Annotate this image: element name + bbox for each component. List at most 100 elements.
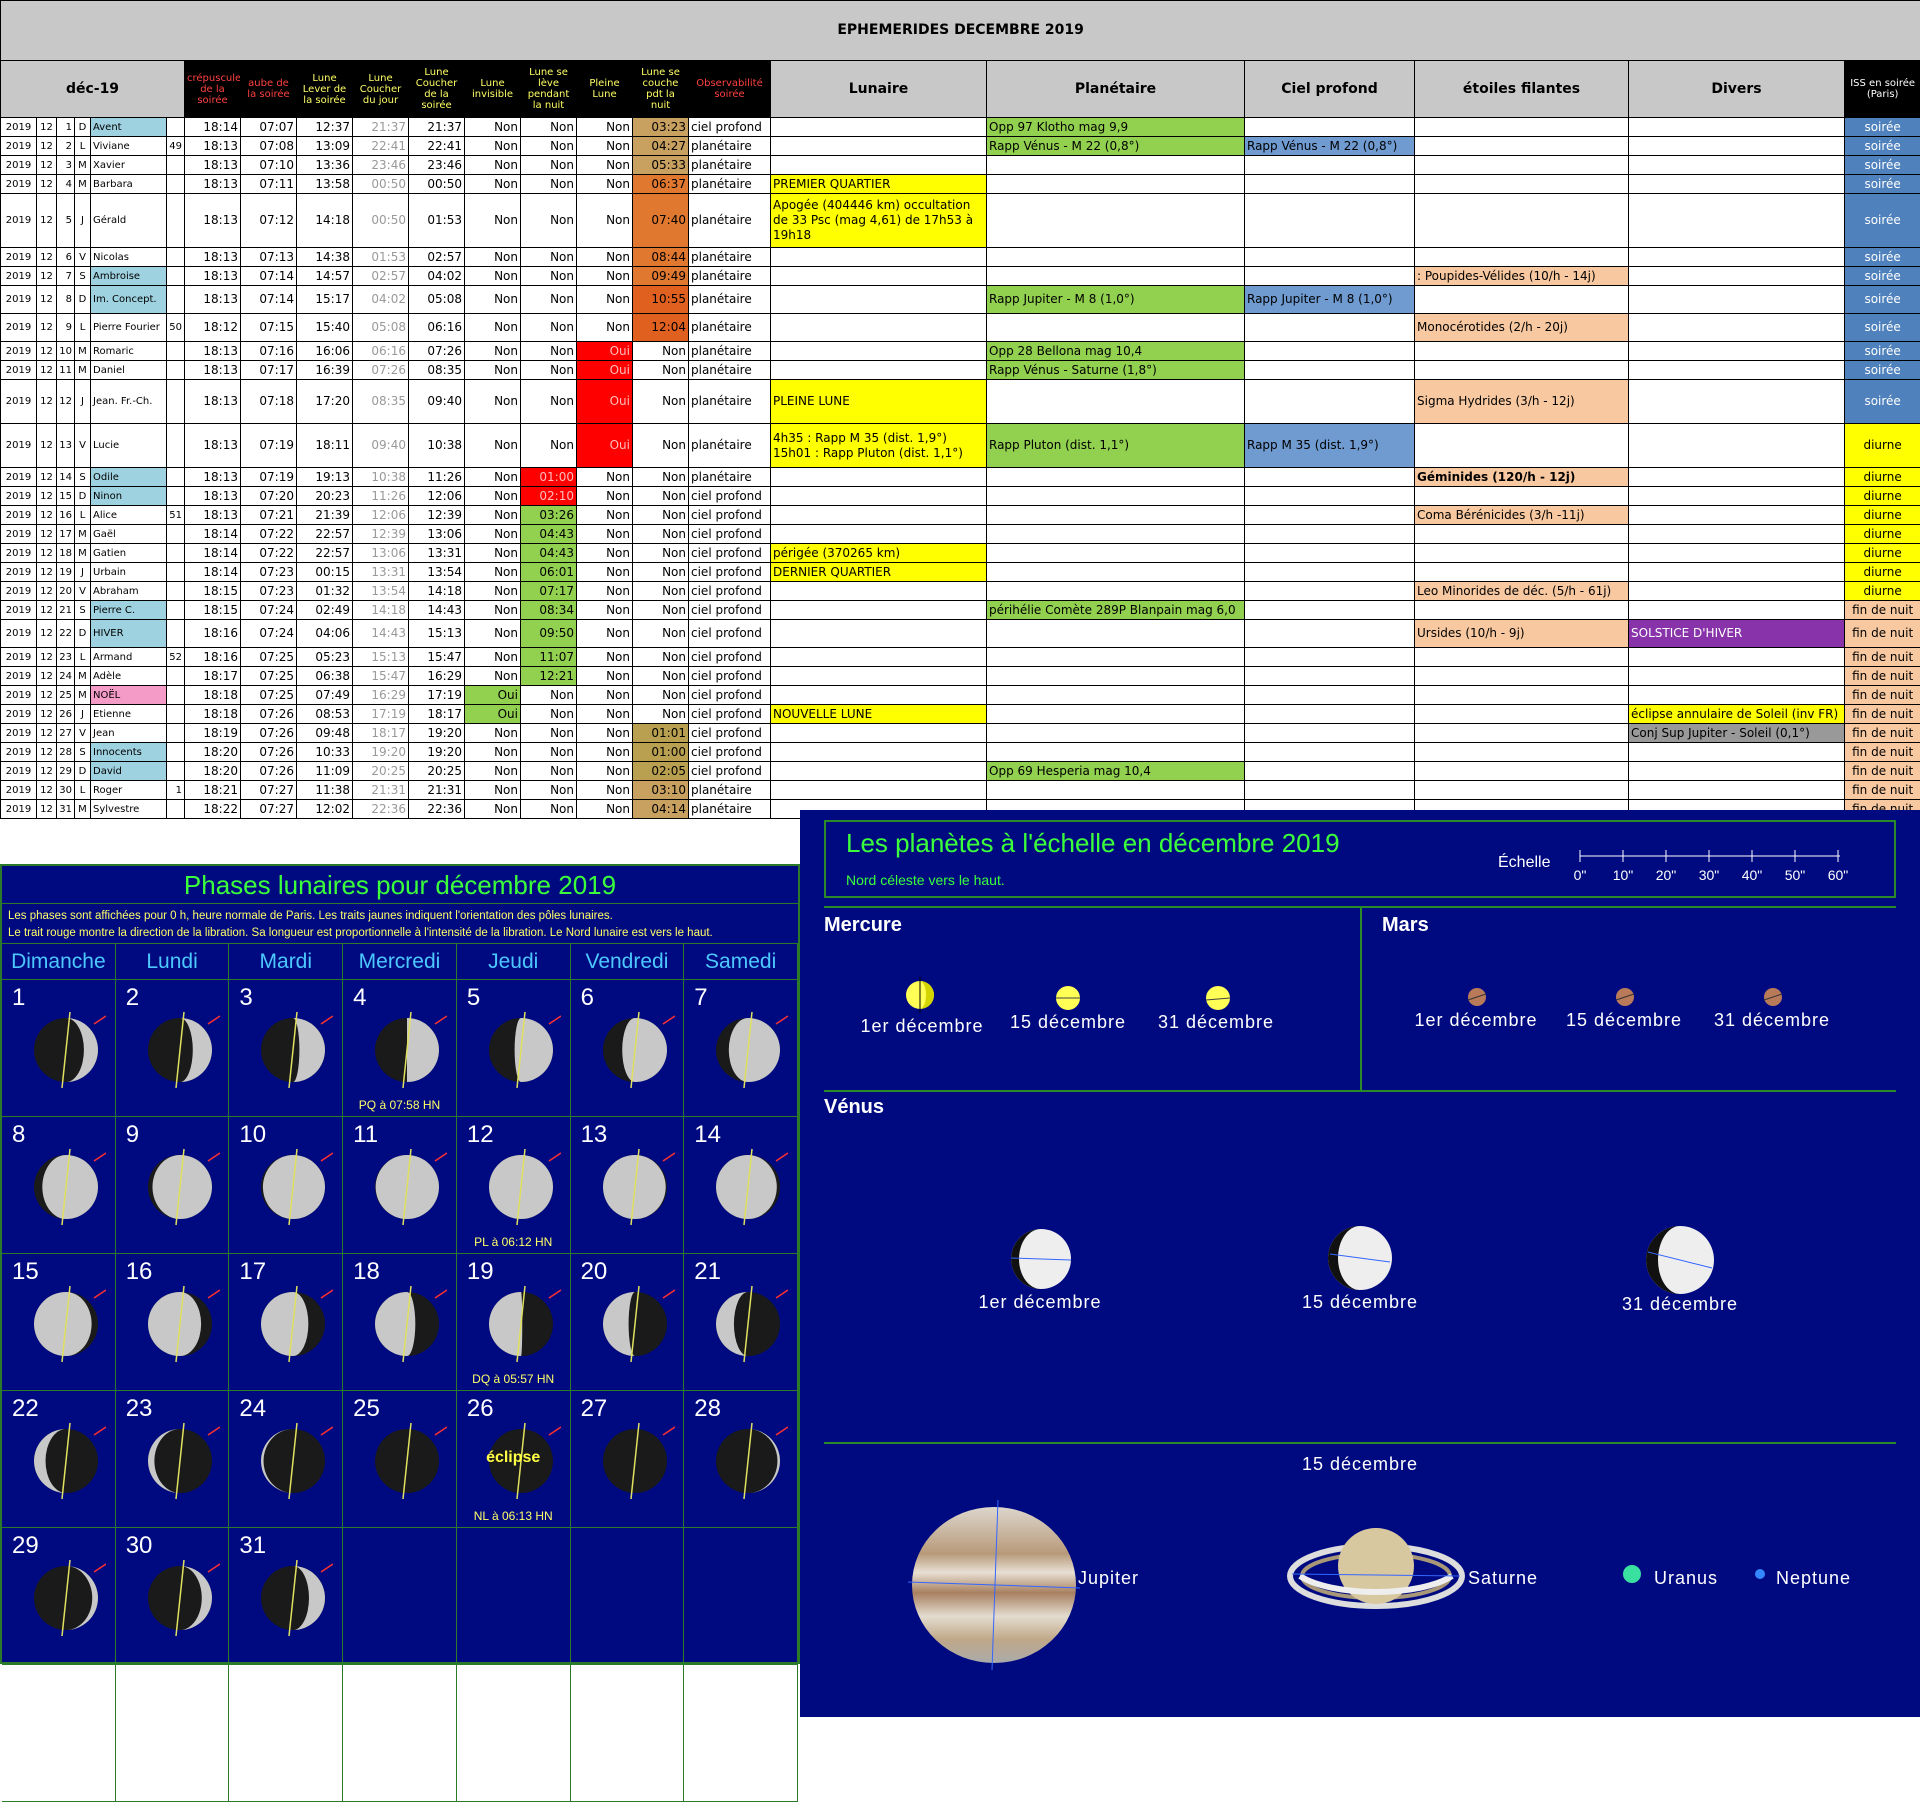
cell-full: Non <box>577 743 633 762</box>
cell-d: 6 <box>57 248 75 267</box>
moon-day-number: 13 <box>581 1121 608 1149</box>
cell-ef <box>1415 194 1629 248</box>
cell-wk <box>167 620 185 648</box>
cell-risen: Non <box>521 724 577 743</box>
cell-saint: Adèle <box>91 667 167 686</box>
cell-setn: 03:23 <box>633 118 689 137</box>
cell-iss: soirée <box>1845 194 1920 248</box>
moon-phase-icon <box>253 1421 333 1501</box>
cell-saint: Abraham <box>91 582 167 601</box>
cell-wk <box>167 601 185 620</box>
moon-event-label: NL à 06:13 HN <box>457 1509 570 1523</box>
cell-lun <box>771 601 987 620</box>
cell-iss: soirée <box>1845 137 1920 156</box>
cell-y: 2019 <box>1 601 37 620</box>
moon-day-number: 11 <box>353 1121 378 1149</box>
cell-cp <box>1245 781 1415 800</box>
cell-risen: Non <box>521 194 577 248</box>
moon-phase-icon <box>367 1421 447 1501</box>
header-misc: Divers <box>1629 61 1845 118</box>
cell-obs: ciel profond <box>689 724 771 743</box>
ephem-row: 2019125JGérald18:1307:1214:1800:5001:53N… <box>1 194 1920 248</box>
moon-event-label: DQ à 05:57 HN <box>457 1372 570 1386</box>
moon-day-number: 1 <box>12 984 25 1012</box>
cell-d: 5 <box>57 194 75 248</box>
cell-saint: Im. Concept. <box>91 286 167 314</box>
cell-ef <box>1415 686 1629 705</box>
moon-lit-part <box>622 1018 667 1082</box>
cell-setd: 21:31 <box>353 781 409 800</box>
cell-pla <box>987 743 1245 762</box>
cell-iss: fin de nuit <box>1845 743 1920 762</box>
cell-cp <box>1245 118 1415 137</box>
cell-sete: 15:13 <box>409 620 465 648</box>
ephem-row: 20191223LArmand5218:1607:2505:2315:1315:… <box>1 648 1920 667</box>
cell-saint: Odile <box>91 468 167 487</box>
moon-day-cell: 18 <box>343 1254 457 1391</box>
cell-inv: Non <box>465 137 521 156</box>
cell-rise: 11:38 <box>297 781 353 800</box>
cell-risen: Non <box>521 781 577 800</box>
scale-tick-label: 30" <box>1699 867 1720 883</box>
cell-risen: 06:01 <box>521 563 577 582</box>
cell-setd: 22:41 <box>353 137 409 156</box>
cell-dawn: 07:21 <box>241 506 297 525</box>
cell-m: 12 <box>37 800 57 819</box>
cell-d: 9 <box>57 314 75 342</box>
cell-w: D <box>75 762 91 781</box>
weekday-friday: Vendredi <box>571 944 685 980</box>
scale-tick-label: 10" <box>1613 867 1634 883</box>
moon-day-cell: 1 <box>2 980 116 1117</box>
moon-day-cell <box>457 1665 571 1802</box>
ephem-row: 2019123MXavier18:1307:1013:3623:4623:46N… <box>1 156 1920 175</box>
cell-lun <box>771 620 987 648</box>
cell-m: 12 <box>37 267 57 286</box>
cell-setd: 04:02 <box>353 286 409 314</box>
neptune-label: Neptune <box>1776 1568 1876 1589</box>
moon-phase-icon <box>595 1421 675 1501</box>
header-planetary: Planétaire <box>987 61 1245 118</box>
cell-y: 2019 <box>1 137 37 156</box>
moon-phase-icon <box>481 1284 561 1364</box>
cell-dawn: 07:22 <box>241 525 297 544</box>
cell-pla: périhélie Comète 289P Blanpain mag 6,0 <box>987 601 1245 620</box>
weekday-monday: Lundi <box>116 944 230 980</box>
moon-day-cell: 27 <box>571 1391 685 1528</box>
ephem-row: 2019126VNicolas18:1307:1314:3801:5302:57… <box>1 248 1920 267</box>
moon-day-number: 9 <box>126 1121 139 1149</box>
cell-obs: ciel profond <box>689 525 771 544</box>
cell-ef <box>1415 724 1629 743</box>
cell-iss: soirée <box>1845 286 1920 314</box>
cell-y: 2019 <box>1 342 37 361</box>
cell-iss: fin de nuit <box>1845 648 1920 667</box>
cell-full: Non <box>577 286 633 314</box>
cell-risen: Non <box>521 156 577 175</box>
saturn-disc <box>1286 1524 1466 1614</box>
cell-d: 31 <box>57 800 75 819</box>
cell-dusk: 18:13 <box>185 361 241 380</box>
cell-iss: diurne <box>1845 525 1920 544</box>
cell-setd: 13:06 <box>353 544 409 563</box>
header-moonset-day: Lune Coucher du jour <box>353 61 409 118</box>
cell-div <box>1629 648 1845 667</box>
cell-m: 12 <box>37 137 57 156</box>
cell-saint: Lucie <box>91 424 167 468</box>
header-moonrise: Lune Lever de la soirée <box>297 61 353 118</box>
cell-obs: ciel profond <box>689 544 771 563</box>
cell-dawn: 07:19 <box>241 424 297 468</box>
cell-div <box>1629 667 1845 686</box>
cell-sete: 21:37 <box>409 118 465 137</box>
moon-day-number: 16 <box>126 1258 153 1286</box>
cell-dawn: 07:26 <box>241 762 297 781</box>
cell-obs: planétaire <box>689 800 771 819</box>
cell-m: 12 <box>37 544 57 563</box>
uranus-label: Uranus <box>1654 1568 1744 1589</box>
cell-lun <box>771 686 987 705</box>
cell-w: L <box>75 506 91 525</box>
cell-y: 2019 <box>1 620 37 648</box>
ephem-row: 20191219JUrbain18:1407:2300:1513:3113:54… <box>1 563 1920 582</box>
cell-dawn: 07:08 <box>241 137 297 156</box>
moon-phase-icon <box>367 1284 447 1364</box>
cell-m: 12 <box>37 118 57 137</box>
moon-day-number: 8 <box>12 1121 25 1149</box>
